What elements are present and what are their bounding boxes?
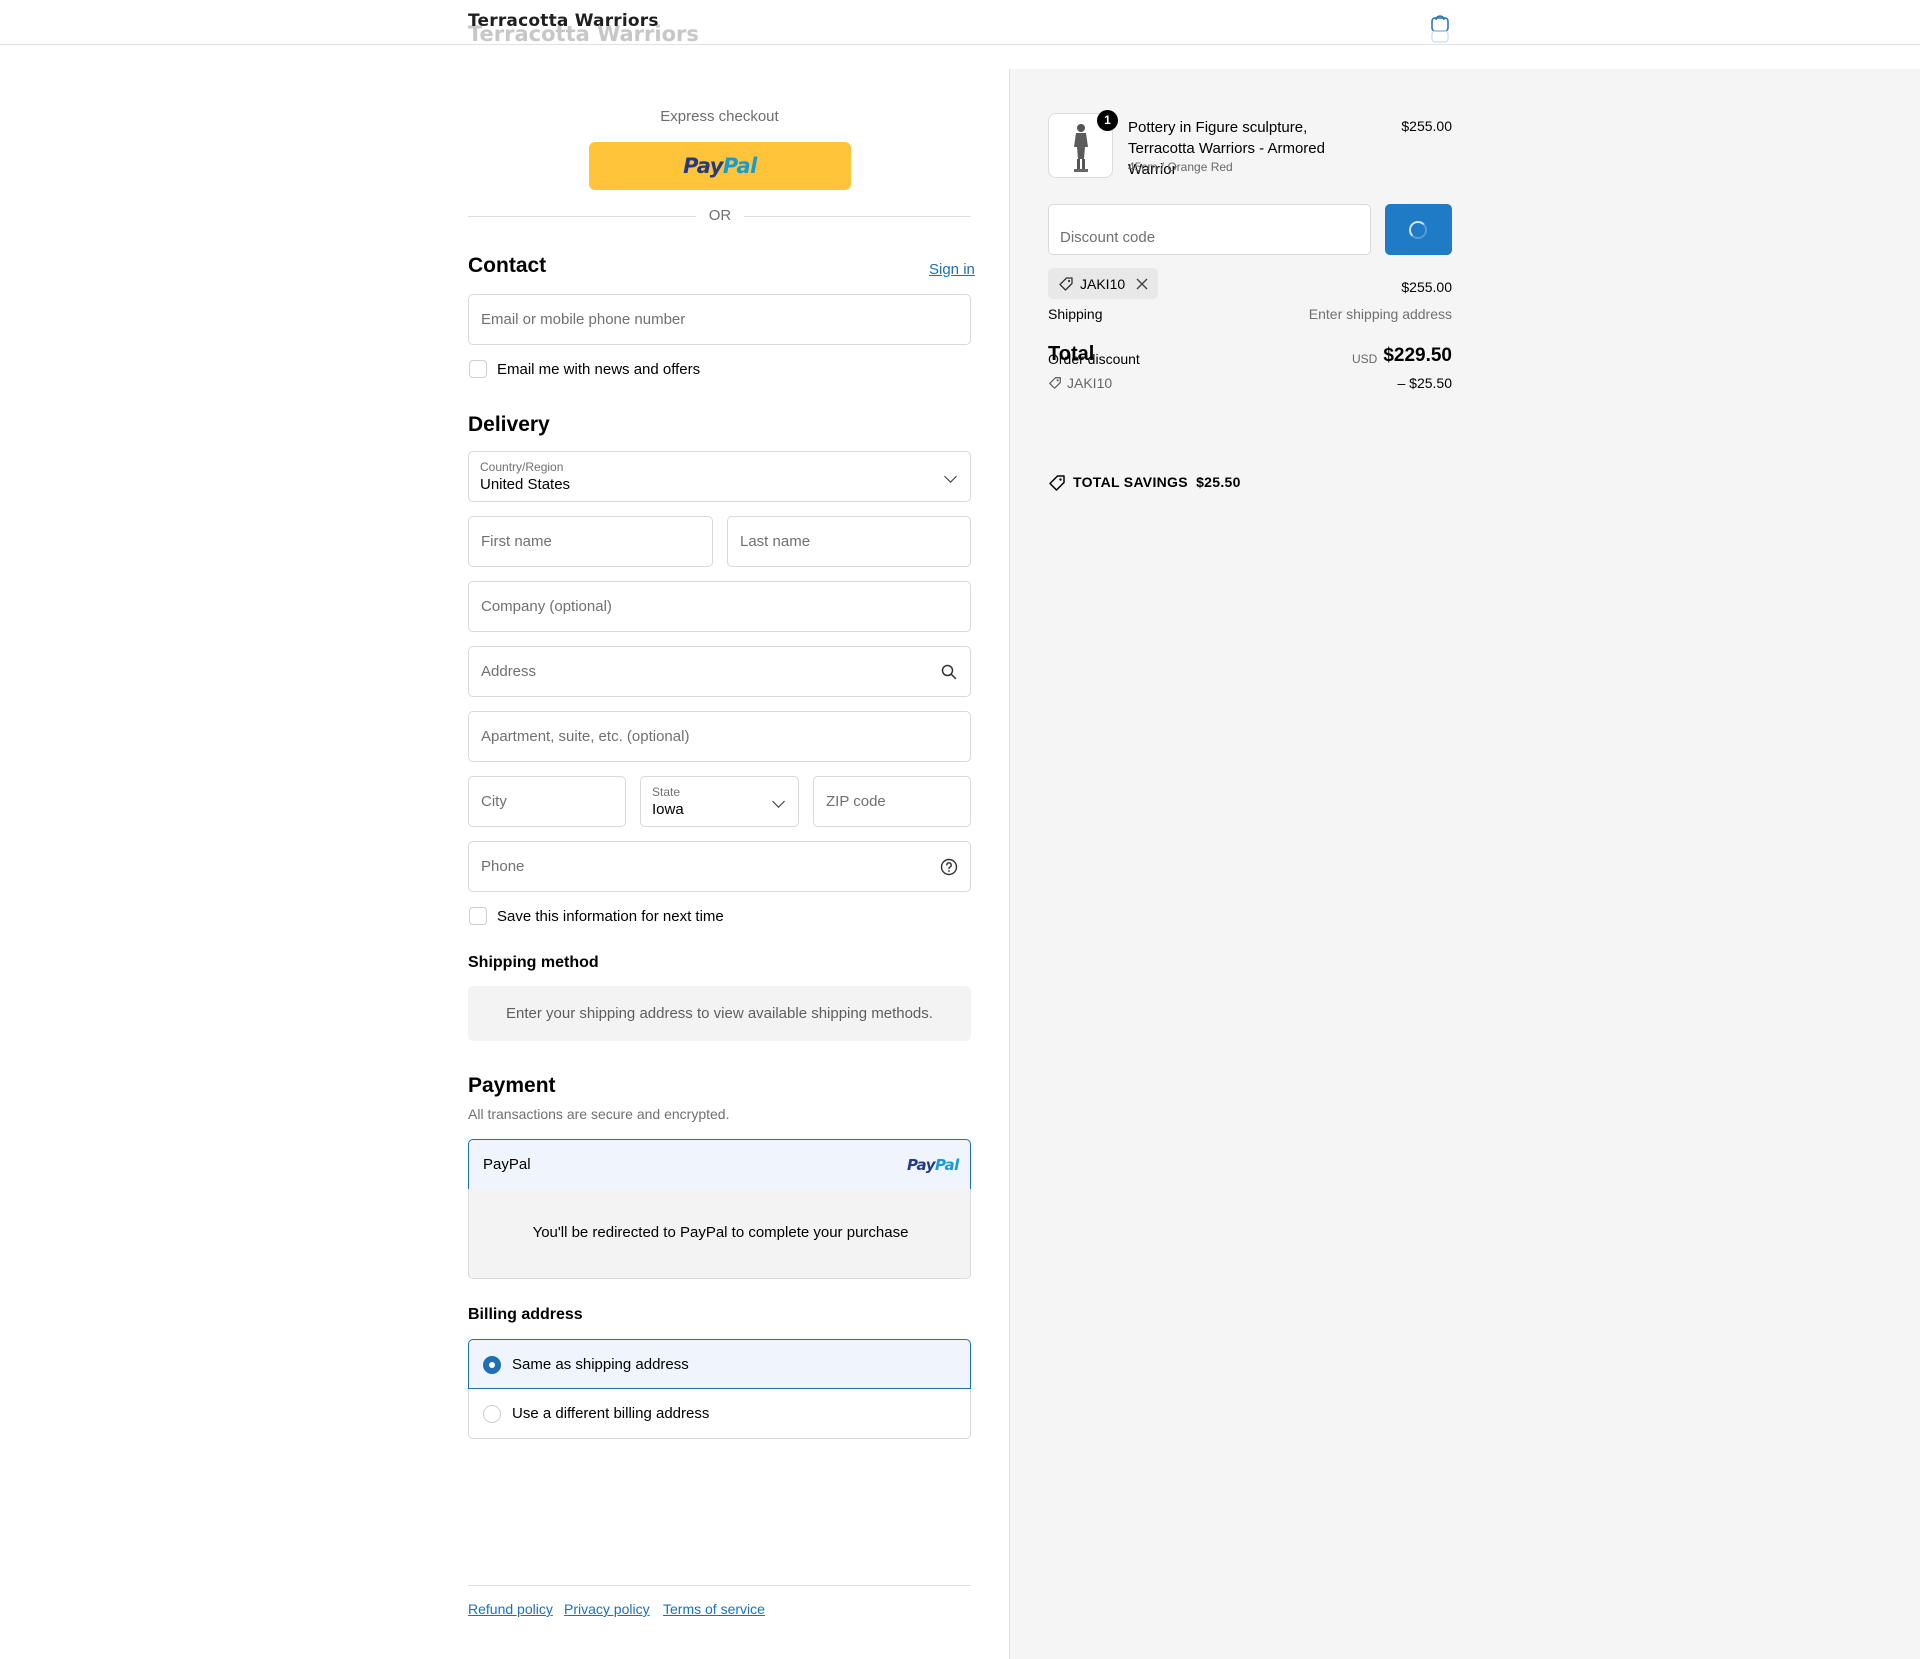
contact-title: Contact [468, 254, 547, 277]
divider-left [468, 216, 696, 217]
apartment-placeholder: Apartment, suite, etc. (optional) [481, 728, 690, 745]
sign-in-link[interactable]: Sign in [929, 261, 975, 278]
address-placeholder: Address [481, 663, 537, 680]
apply-discount-button[interactable] [1385, 204, 1452, 255]
chevron-down-icon [772, 795, 785, 808]
discount-code-label: JAKI10 [1067, 375, 1113, 391]
paypal-logo: PayPal [683, 154, 757, 178]
city-placeholder: City [481, 793, 507, 810]
last-name-field[interactable]: Last name [727, 516, 971, 567]
address-field[interactable]: Address [468, 646, 971, 697]
shipping-value: Enter shipping address [1308, 306, 1452, 322]
shipping-method-title: Shipping method [468, 954, 599, 971]
save-info-label: Save this information for next time [497, 908, 724, 925]
email-field[interactable]: Email or mobile phone number [468, 294, 971, 345]
privacy-policy-link[interactable]: Privacy policy [564, 1601, 650, 1617]
phone-field[interactable]: Phone [468, 841, 971, 892]
subtotal-value: $255.00 [1401, 279, 1452, 295]
discount-placeholder: Discount code [1060, 229, 1156, 246]
paypal-payment-option[interactable]: PayPal PayPal [468, 1139, 971, 1190]
shopping-bag-icon[interactable] [1430, 14, 1450, 44]
applied-discount-chip: JAKI10 [1048, 268, 1158, 299]
product-variant: 45cm / Orange Red [1128, 160, 1233, 174]
search-icon [941, 664, 957, 680]
product-price: $255.00 [1401, 118, 1452, 134]
footer-divider [468, 1585, 971, 1586]
country-value: United States [480, 476, 571, 493]
state-value: Iowa [652, 801, 684, 818]
store-name-logo[interactable]: Terracotta Warriors [468, 11, 659, 31]
first-name-placeholder: First name [481, 533, 552, 550]
savings-label: TOTAL SAVINGS [1073, 474, 1188, 490]
divider-right [744, 216, 971, 217]
total-savings: TOTAL SAVINGS $25.50 [1073, 474, 1241, 490]
loading-spinner-icon [1409, 221, 1427, 239]
discount-value: – $25.50 [1397, 375, 1453, 391]
shipping-method-message: Enter your shipping address to view avai… [506, 1005, 933, 1022]
country-label: Country/Region [480, 460, 564, 474]
last-name-placeholder: Last name [740, 533, 811, 550]
tag-icon [1059, 277, 1073, 291]
express-checkout-title: Express checkout [660, 108, 779, 125]
save-info-checkbox[interactable] [469, 907, 487, 925]
apartment-field[interactable]: Apartment, suite, etc. (optional) [468, 711, 971, 762]
tag-icon [1049, 377, 1061, 389]
state-select[interactable]: State Iowa [640, 776, 799, 827]
applied-code: JAKI10 [1080, 276, 1126, 292]
email-placeholder: Email or mobile phone number [481, 311, 686, 328]
savings-value: $25.50 [1196, 474, 1241, 490]
payment-subtitle: All transactions are secure and encrypte… [468, 1106, 730, 1122]
first-name-field[interactable]: First name [468, 516, 713, 567]
radio-selected[interactable] [483, 1356, 501, 1374]
chevron-down-icon [944, 470, 957, 483]
marketing-checkbox[interactable] [469, 360, 487, 378]
city-field[interactable]: City [468, 776, 626, 827]
order-summary-panel [1009, 69, 1920, 1659]
paypal-logo: PayPal [907, 1156, 959, 1174]
company-field[interactable]: Company (optional) [468, 581, 971, 632]
billing-different-label: Use a different billing address [512, 1405, 710, 1422]
marketing-label: Email me with news and offers [497, 361, 701, 378]
payment-title: Payment [468, 1074, 556, 1097]
state-label: State [652, 785, 681, 799]
site-header: Terracotta Warriors Terracotta Warriors [0, 0, 1920, 45]
zip-placeholder: ZIP code [826, 793, 886, 810]
discount-code-field[interactable]: Discount code [1048, 204, 1371, 255]
billing-title: Billing address [468, 1306, 583, 1323]
terms-of-service-link[interactable]: Terms of service [663, 1601, 765, 1617]
total-value: $229.50 [1383, 345, 1452, 366]
billing-different-option[interactable]: Use a different billing address [468, 1389, 971, 1439]
radio-unselected[interactable] [483, 1405, 501, 1423]
delivery-title: Delivery [468, 413, 550, 436]
phone-placeholder: Phone [481, 858, 525, 875]
zip-field[interactable]: ZIP code [813, 776, 971, 827]
close-icon[interactable] [1136, 278, 1148, 290]
country-select[interactable]: Country/Region United States [468, 451, 971, 502]
company-placeholder: Company (optional) [481, 598, 612, 615]
savings-tag-icon [1049, 475, 1065, 491]
total-label: Total [1048, 343, 1095, 365]
quantity-badge: 1 [1097, 110, 1118, 131]
paypal-redirect-panel: You'll be redirected to PayPal to comple… [468, 1189, 971, 1279]
paypal-redirect-message: You'll be redirected to PayPal to comple… [532, 1224, 909, 1241]
billing-same-option[interactable]: Same as shipping address [468, 1339, 971, 1389]
refund-policy-link[interactable]: Refund policy [468, 1601, 553, 1617]
shipping-label: Shipping [1048, 306, 1103, 322]
shipping-method-placeholder: Enter your shipping address to view avai… [468, 986, 971, 1041]
billing-same-label: Same as shipping address [512, 1356, 689, 1373]
paypal-express-button[interactable]: PayPal [589, 142, 851, 190]
payment-method-label: PayPal [483, 1156, 531, 1173]
help-icon[interactable] [940, 858, 958, 876]
or-divider-text: OR [708, 207, 732, 224]
